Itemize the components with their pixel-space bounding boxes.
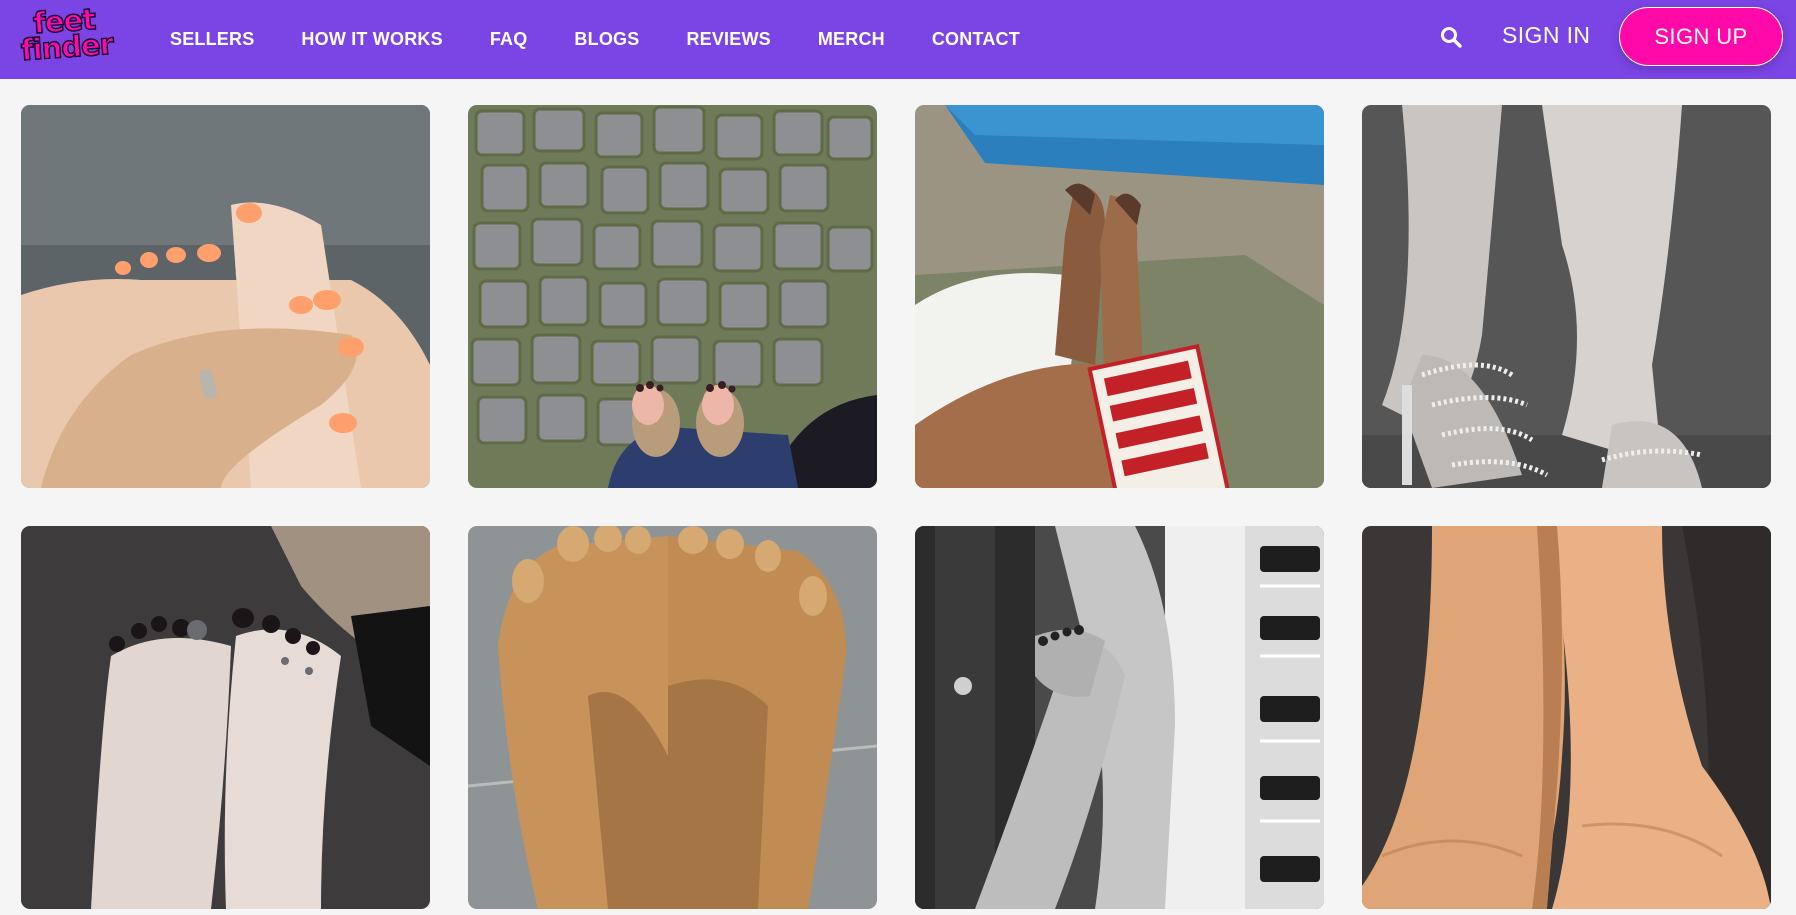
nav-how-it-works[interactable]: HOW IT WORKS: [301, 29, 442, 50]
nav-faq[interactable]: FAQ: [490, 29, 528, 50]
gallery-photo[interactable]: [1362, 526, 1771, 909]
sign-in-link[interactable]: SIGN IN: [1502, 22, 1590, 49]
gallery-photo[interactable]: [468, 526, 877, 909]
logo-line-2: finder: [19, 26, 115, 68]
sign-up-button[interactable]: SIGN UP: [1619, 7, 1783, 66]
photo-gallery: [21, 105, 1771, 909]
nav-contact[interactable]: CONTACT: [932, 29, 1020, 50]
main-nav: SELLERS HOW IT WORKS FAQ BLOGS REVIEWS M…: [170, 0, 1067, 79]
nav-sellers[interactable]: SELLERS: [170, 29, 254, 50]
gallery-photo[interactable]: [21, 526, 430, 909]
gallery-photo[interactable]: [468, 105, 877, 488]
feetfinder-logo[interactable]: feet finder: [18, 1, 124, 70]
gallery-photo[interactable]: [1362, 105, 1771, 488]
gallery-photo[interactable]: [21, 105, 430, 488]
gallery-photo[interactable]: [915, 526, 1324, 909]
nav-reviews[interactable]: REVIEWS: [686, 29, 770, 50]
search-icon[interactable]: [1439, 25, 1463, 49]
gallery-photo[interactable]: [915, 105, 1324, 488]
nav-blogs[interactable]: BLOGS: [574, 29, 639, 50]
logo-wordmark: feet finder: [18, 1, 115, 68]
top-navbar: feet finder SELLERS HOW IT WORKS FAQ BLO…: [0, 0, 1796, 79]
nav-merch[interactable]: MERCH: [818, 29, 885, 50]
